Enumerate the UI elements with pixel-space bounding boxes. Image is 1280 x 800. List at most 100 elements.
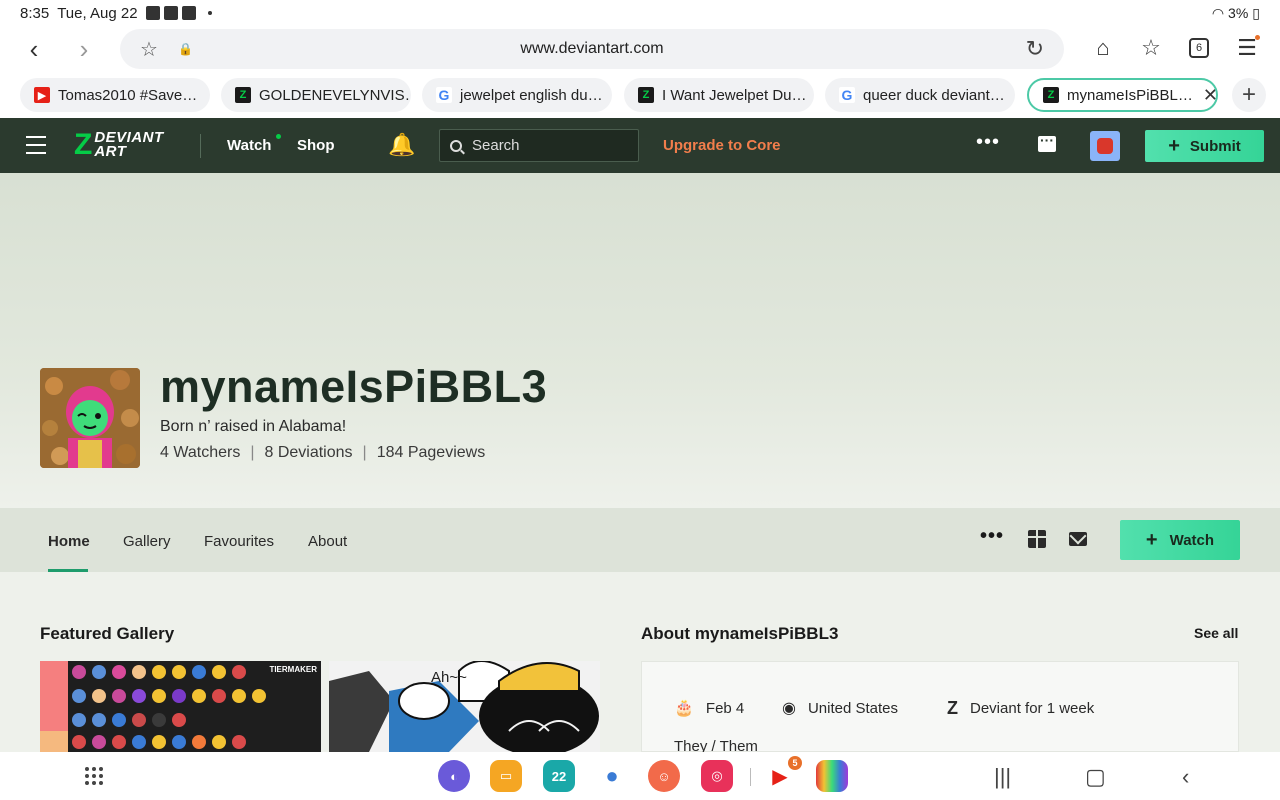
status-date: Tue, Aug 22 bbox=[57, 4, 138, 22]
tabs-button[interactable]: 6 bbox=[1186, 33, 1212, 63]
tab-youtube[interactable]: ▶ Tomas2010 #Save… bbox=[20, 78, 210, 112]
tab-title: Tomas2010 #Save… bbox=[58, 86, 198, 104]
browser-tabs: ▶ Tomas2010 #Save… Z GOLDENEVELYNVIS… G … bbox=[0, 78, 1280, 112]
status-right: ◠ 3% ▯ bbox=[1212, 5, 1260, 22]
internet-app-icon[interactable]: ◐ bbox=[438, 760, 470, 792]
battery-icon: ▯ bbox=[1252, 4, 1260, 21]
watch-button[interactable]: + Watch bbox=[1120, 520, 1240, 560]
search-placeholder: Search bbox=[472, 137, 520, 154]
bookmarks-button[interactable]: ☆ bbox=[1138, 33, 1164, 63]
deviantart-logo-icon: Z bbox=[74, 128, 93, 161]
tab-gallery[interactable]: Gallery bbox=[123, 533, 171, 550]
tab-jewelpet-da[interactable]: Z I Want Jewelpet Du… bbox=[624, 78, 814, 112]
site-header: Z DEVIANT ART Watch Shop 🔔 Search Upgrad… bbox=[0, 118, 1280, 173]
featured-thumbnail-tierlist[interactable]: TIERMAKER bbox=[40, 661, 321, 752]
youtube-app-icon[interactable]: ▶ 5 bbox=[764, 756, 802, 792]
profile-avatar[interactable] bbox=[40, 368, 140, 468]
close-tab-icon[interactable]: ✕ bbox=[1203, 85, 1216, 106]
tab-about[interactable]: About bbox=[308, 533, 347, 550]
search-input[interactable]: Search bbox=[439, 129, 639, 162]
tab-home[interactable]: Home bbox=[48, 533, 90, 550]
url-text[interactable]: www.deviantart.com bbox=[120, 40, 1064, 58]
thumb2-caption: Ah~~ bbox=[431, 669, 467, 686]
shop-link[interactable]: Shop bbox=[297, 137, 335, 154]
camera-app-icon[interactable]: ◎ bbox=[701, 760, 733, 792]
back-button[interactable]: ‹ bbox=[14, 29, 54, 69]
about-location: ◉ United States bbox=[782, 698, 898, 718]
tab-queer-duck-search[interactable]: G queer duck deviant… bbox=[825, 78, 1015, 112]
stats-separator: | bbox=[250, 444, 255, 461]
tab-jewelpet-search[interactable]: G jewelpet english du… bbox=[422, 78, 612, 112]
address-bar[interactable]: ☆ 🔒 www.deviantart.com ↻ bbox=[120, 29, 1064, 69]
about-card: 🎂 Feb 4 ◉ United States Z Deviant for 1 … bbox=[641, 661, 1239, 755]
thumb1-caption: TIERMAKER bbox=[269, 665, 317, 674]
battery-level: 3% bbox=[1228, 5, 1249, 21]
deviantart-icon: Z bbox=[638, 87, 654, 103]
wifi-icon: ◠ bbox=[1211, 4, 1225, 21]
tab-title: jewelpet english du… bbox=[460, 86, 603, 104]
menu-button[interactable]: ☰ bbox=[1234, 33, 1260, 63]
messages-icon[interactable] bbox=[1038, 132, 1056, 152]
watch-button-label: Watch bbox=[1169, 531, 1215, 549]
tab-goldenevelyn[interactable]: Z GOLDENEVELYNVIS… bbox=[221, 78, 411, 112]
profile-stats: 4 Watchers | 8 Deviations | 184 Pageview… bbox=[160, 444, 485, 462]
profile-nav: Home Gallery Favourites About ••• + Watc… bbox=[0, 508, 1280, 572]
deviantart-logo[interactable]: Z DEVIANT ART bbox=[74, 130, 164, 160]
recents-button[interactable]: ||| bbox=[994, 764, 1011, 790]
notifications-bell-icon[interactable]: 🔔 bbox=[388, 132, 415, 158]
notification-icons bbox=[145, 6, 212, 20]
profile-tagline: Born n’ raised in Alabama! bbox=[160, 418, 347, 435]
profile-username: mynameIsPiBBL3 bbox=[160, 361, 548, 412]
browser-actions: ⌂ ☆ 6 ☰ bbox=[1090, 33, 1260, 63]
paint-app-icon[interactable] bbox=[816, 760, 848, 792]
files-app-icon[interactable]: ▭ bbox=[490, 760, 522, 792]
submit-label: Submit bbox=[1189, 137, 1241, 155]
tab-title: GOLDENEVELYNVIS… bbox=[259, 86, 411, 104]
forward-button[interactable]: › bbox=[64, 29, 104, 69]
stats-separator: | bbox=[362, 444, 367, 461]
deviations-count[interactable]: 8 Deviations bbox=[264, 444, 352, 462]
new-tab-button[interactable]: + bbox=[1232, 78, 1266, 112]
profile-banner: mynameIsPiBBL3 Born n’ raised in Alabama… bbox=[0, 173, 1280, 508]
deviantart-icon: Z bbox=[235, 87, 251, 103]
plus-icon: + bbox=[1145, 528, 1158, 551]
update-dot-icon bbox=[1255, 35, 1260, 40]
back-nav-button[interactable]: ‹ bbox=[1182, 764, 1189, 790]
gift-icon[interactable] bbox=[1028, 530, 1046, 548]
profile-content: Featured Gallery TIERMAKER Ah~~ About my… bbox=[0, 572, 1280, 755]
profile-more-icon[interactable]: ••• bbox=[980, 525, 1004, 548]
location-text: United States bbox=[807, 699, 899, 717]
watchers-count[interactable]: 4 Watchers bbox=[160, 444, 240, 462]
mail-icon[interactable] bbox=[1069, 532, 1087, 546]
home-button[interactable]: ⌂ bbox=[1090, 33, 1116, 63]
about-member-since: Z Deviant for 1 week bbox=[947, 698, 1094, 719]
dock-divider bbox=[750, 768, 751, 786]
tab-favourites[interactable]: Favourites bbox=[204, 533, 274, 550]
deviantart-logo-icon: Z bbox=[947, 698, 958, 718]
status-time: 8:35 bbox=[20, 4, 50, 22]
status-bar: 8:35 Tue, Aug 22 ◠ 3% ▯ bbox=[0, 0, 1280, 26]
youtube-icon: ▶ bbox=[34, 87, 50, 103]
more-notifications-icon bbox=[207, 11, 212, 15]
watch-notification-dot bbox=[276, 134, 281, 139]
more-options-icon[interactable]: ••• bbox=[976, 131, 1000, 154]
tab-title: queer duck deviant… bbox=[863, 86, 1005, 104]
upgrade-to-core-link[interactable]: Upgrade to Core bbox=[663, 137, 781, 154]
messages-app-icon[interactable]: ● bbox=[596, 760, 628, 792]
watch-link[interactable]: Watch bbox=[227, 137, 271, 154]
submit-button[interactable]: + Submit bbox=[1145, 130, 1264, 162]
home-nav-button[interactable]: ▢ bbox=[1085, 764, 1106, 790]
user-avatar[interactable] bbox=[1090, 131, 1120, 161]
member-since-text: Deviant for 1 week bbox=[970, 700, 1095, 717]
calendar-app-icon[interactable]: 22 bbox=[543, 760, 575, 792]
app-drawer-icon[interactable] bbox=[85, 767, 103, 785]
plus-icon: + bbox=[1168, 134, 1180, 157]
see-all-link[interactable]: See all bbox=[1194, 625, 1238, 641]
featured-thumbnail-comic[interactable]: Ah~~ bbox=[329, 661, 600, 752]
contacts-app-icon[interactable]: ☺ bbox=[648, 760, 680, 792]
tab-active-profile[interactable]: Z mynameIsPiBBL… ✕ bbox=[1027, 78, 1218, 112]
reload-icon[interactable]: ↻ bbox=[1026, 36, 1044, 62]
birthday-text: Feb 4 bbox=[705, 699, 745, 717]
hamburger-menu-icon[interactable] bbox=[26, 136, 46, 154]
cake-icon: 🎂 bbox=[674, 700, 694, 717]
